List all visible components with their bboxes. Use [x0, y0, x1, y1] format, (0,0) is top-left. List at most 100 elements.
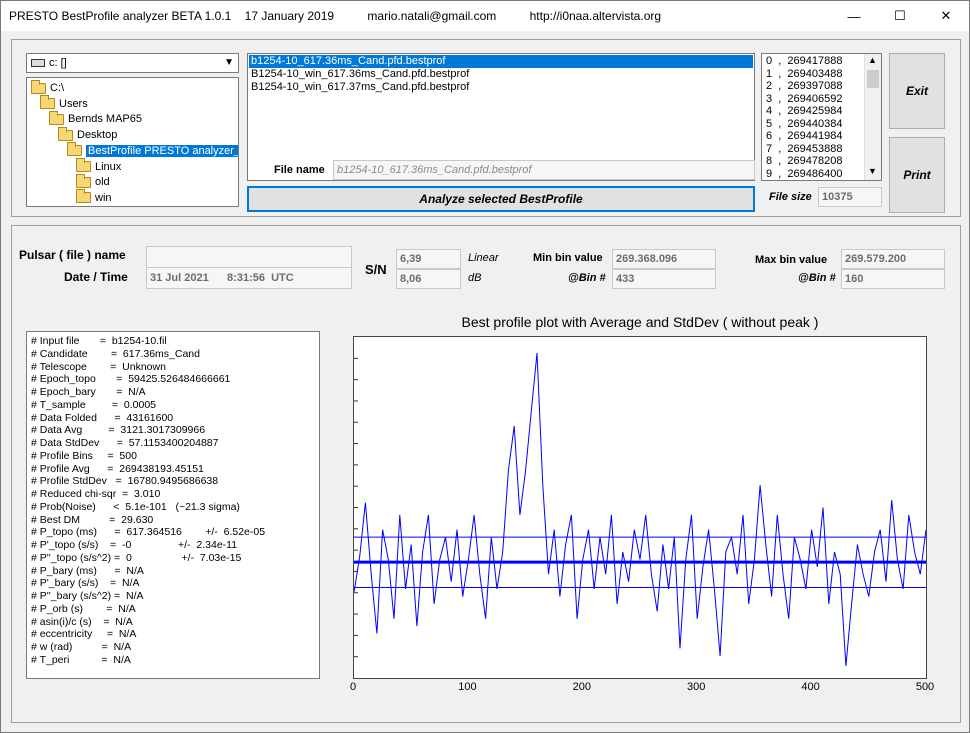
x-tick-label: 400: [801, 681, 820, 693]
minbin-at-label: @Bin #: [568, 272, 606, 284]
tree-item-label: Linux: [95, 160, 122, 173]
profile-series-line: [353, 352, 927, 667]
file-list-item[interactable]: b1254-10_617.36ms_Cand.pfd.bestprof: [248, 54, 754, 69]
info-line: # Epoch_bary = N/A: [31, 386, 146, 398]
info-line: # P_topo (ms) = 617.364516 +/- 6.52e-05: [31, 526, 266, 539]
filesize-field: 10375: [818, 187, 882, 207]
info-line: # P'_bary (s/s) = N/A: [31, 577, 140, 590]
folder-open-icon: [31, 79, 46, 94]
info-line: # Data Folded = 43161600: [31, 411, 174, 424]
tree-item[interactable]: Desktop: [58, 126, 118, 143]
tree-item-label: Bernds MAP65: [68, 113, 142, 126]
values-list-item[interactable]: 2 , 269397088: [766, 80, 842, 93]
x-tick-label: 300: [687, 681, 706, 693]
values-list[interactable]: ▲ ▼ 0 , 269417888 1 , 269403488 2 , 269397…: [761, 53, 882, 181]
scroll-down-icon[interactable]: ▼: [868, 166, 877, 176]
values-list-item[interactable]: 3 , 269406592: [766, 93, 842, 106]
sn-db-label: dB: [468, 272, 482, 284]
filename-field[interactable]: b1254-10_617.36ms_Cand.pfd.bestprof: [333, 160, 755, 180]
scroll-up-icon[interactable]: ▲: [868, 55, 877, 65]
print-button[interactable]: Print: [889, 137, 945, 213]
info-line: # T_peri = N/A: [31, 653, 131, 666]
maxbin-field: 269.579.200: [841, 249, 945, 269]
values-list-item[interactable]: 1 , 269403488: [766, 68, 842, 81]
values-list-item[interactable]: 0 , 269417888: [766, 55, 842, 68]
info-line: # T_sample = 0.0005: [31, 398, 157, 411]
tree-item[interactable]: win: [76, 189, 112, 206]
sn-db-field: 8,06: [396, 269, 461, 289]
filename-label: File name: [274, 164, 325, 176]
pulsar-label: Pulsar ( file ) name: [19, 248, 126, 262]
info-line: # Data Avg = 3121.3017309966: [31, 424, 206, 437]
drive-select[interactable]: c: [] ▼: [26, 53, 239, 73]
info-line: # eccentricity = N/A: [31, 628, 137, 641]
tree-item[interactable]: BestProfile PRESTO analyzer_1.0.1.e: [67, 142, 238, 159]
maximize-button[interactable]: ☐: [877, 1, 923, 31]
tree-item[interactable]: old: [76, 173, 110, 190]
minbin-at-field: 433: [612, 269, 716, 289]
analyze-button[interactable]: Analyze selected BestProfile: [247, 186, 755, 212]
chart-title: Best profile plot with Average and StdDe…: [461, 314, 819, 330]
info-line: # Best DM = 29.630: [31, 513, 154, 526]
info-line: # Epoch_topo = 59425.526484666661: [31, 373, 231, 386]
values-scrollbar[interactable]: ▲ ▼: [864, 54, 881, 180]
tree-item-label: win: [95, 191, 112, 204]
tree-item-label: BestProfile PRESTO analyzer_1.0.1.e: [86, 144, 238, 157]
folder-open-icon: [40, 95, 55, 110]
close-button[interactable]: ✕: [923, 1, 969, 31]
folder-open-icon: [67, 142, 82, 157]
folder-icon: [76, 173, 91, 188]
sn-linear-field: 6,39: [396, 249, 461, 269]
folder-open-icon: [58, 126, 73, 141]
title-bar: PRESTO BestProfile analyzer BETA 1.0.1 1…: [1, 1, 969, 31]
info-line: # asin(i)/c (s) = N/A: [31, 615, 133, 628]
values-list-item[interactable]: 4 , 269425984: [766, 105, 842, 118]
profile-chart-svg: [353, 352, 927, 667]
scroll-thumb[interactable]: [867, 70, 879, 88]
file-list-item[interactable]: B1254-10_win_617.36ms_Cand.pfd.bestprof: [249, 68, 753, 81]
minimize-button[interactable]: —: [831, 1, 877, 31]
tree-item[interactable]: C:\: [31, 79, 64, 96]
values-list-item[interactable]: 9 , 269486400: [766, 168, 842, 181]
info-line: # P'_topo (s/s) = -0 +/- 2.34e-11: [31, 539, 238, 551]
minbin-label: Min bin value: [533, 252, 603, 264]
datetime-label: Date / Time: [64, 270, 128, 284]
chevron-down-icon[interactable]: ▼: [224, 57, 234, 68]
tree-item-label: Desktop: [77, 129, 118, 142]
app-window: PRESTO BestProfile analyzer BETA 1.0.1 1…: [0, 0, 970, 733]
info-line: # P_orb (s) = N/A: [31, 602, 136, 615]
info-line: # P_bary (ms) = N/A: [31, 564, 144, 577]
values-list-item[interactable]: 5 , 269440384: [766, 118, 842, 131]
x-tick-label: 500: [915, 681, 935, 693]
info-line: # Prob(Noise) < 5.1e-101 (~21.3 sigma): [31, 500, 240, 513]
drive-icon: [31, 59, 45, 67]
info-line: # Input file = b1254-10.fil: [31, 335, 167, 347]
folder-open-icon: [49, 110, 64, 125]
info-line: # Profile Avg = 269438193.45151: [31, 462, 204, 475]
maxbin-label: Max bin value: [755, 254, 828, 266]
filesize-label: File size: [769, 191, 812, 203]
tree-item-label: Users: [59, 97, 88, 110]
window-title: PRESTO BestProfile analyzer BETA 1.0.1 1…: [9, 9, 662, 23]
values-list-item[interactable]: 6 , 269441984: [766, 130, 842, 143]
exit-button[interactable]: Exit: [889, 53, 945, 129]
values-list-item[interactable]: 7 , 269453888: [766, 143, 842, 156]
file-list-item[interactable]: B1254-10_win_617.37ms_Cand.pfd.bestprof: [249, 81, 753, 94]
tree-item[interactable]: Users: [40, 95, 88, 112]
folder-tree[interactable]: C:\ Users Bernds MAP65 Desktop BestProfile P…: [26, 77, 239, 207]
x-tick-label: 100: [458, 681, 477, 693]
tree-item[interactable]: Bernds MAP65: [49, 110, 142, 127]
x-tick-label: 0: [349, 681, 357, 693]
profile-chart: [353, 336, 927, 679]
x-tick-label: 200: [572, 681, 591, 693]
info-line: # P''_topo (s/s^2) = 0 +/- 7.03e-15: [31, 551, 242, 564]
values-list-item[interactable]: 8 , 269478208: [766, 155, 842, 168]
datetime-field: 31 Jul 2021 8:31:56 UTC: [146, 267, 352, 289]
maxbin-at-label: @Bin #: [798, 272, 836, 284]
info-line: # w (rad) = N/A: [31, 641, 132, 653]
tree-item[interactable]: Linux: [76, 158, 122, 175]
profile-info-text: # Input file = b1254-10.fil # Candidate =…: [26, 331, 320, 679]
folder-icon: [76, 189, 91, 204]
info-line: # Profile Bins = 500: [31, 449, 137, 462]
pulsar-field: [146, 246, 352, 268]
